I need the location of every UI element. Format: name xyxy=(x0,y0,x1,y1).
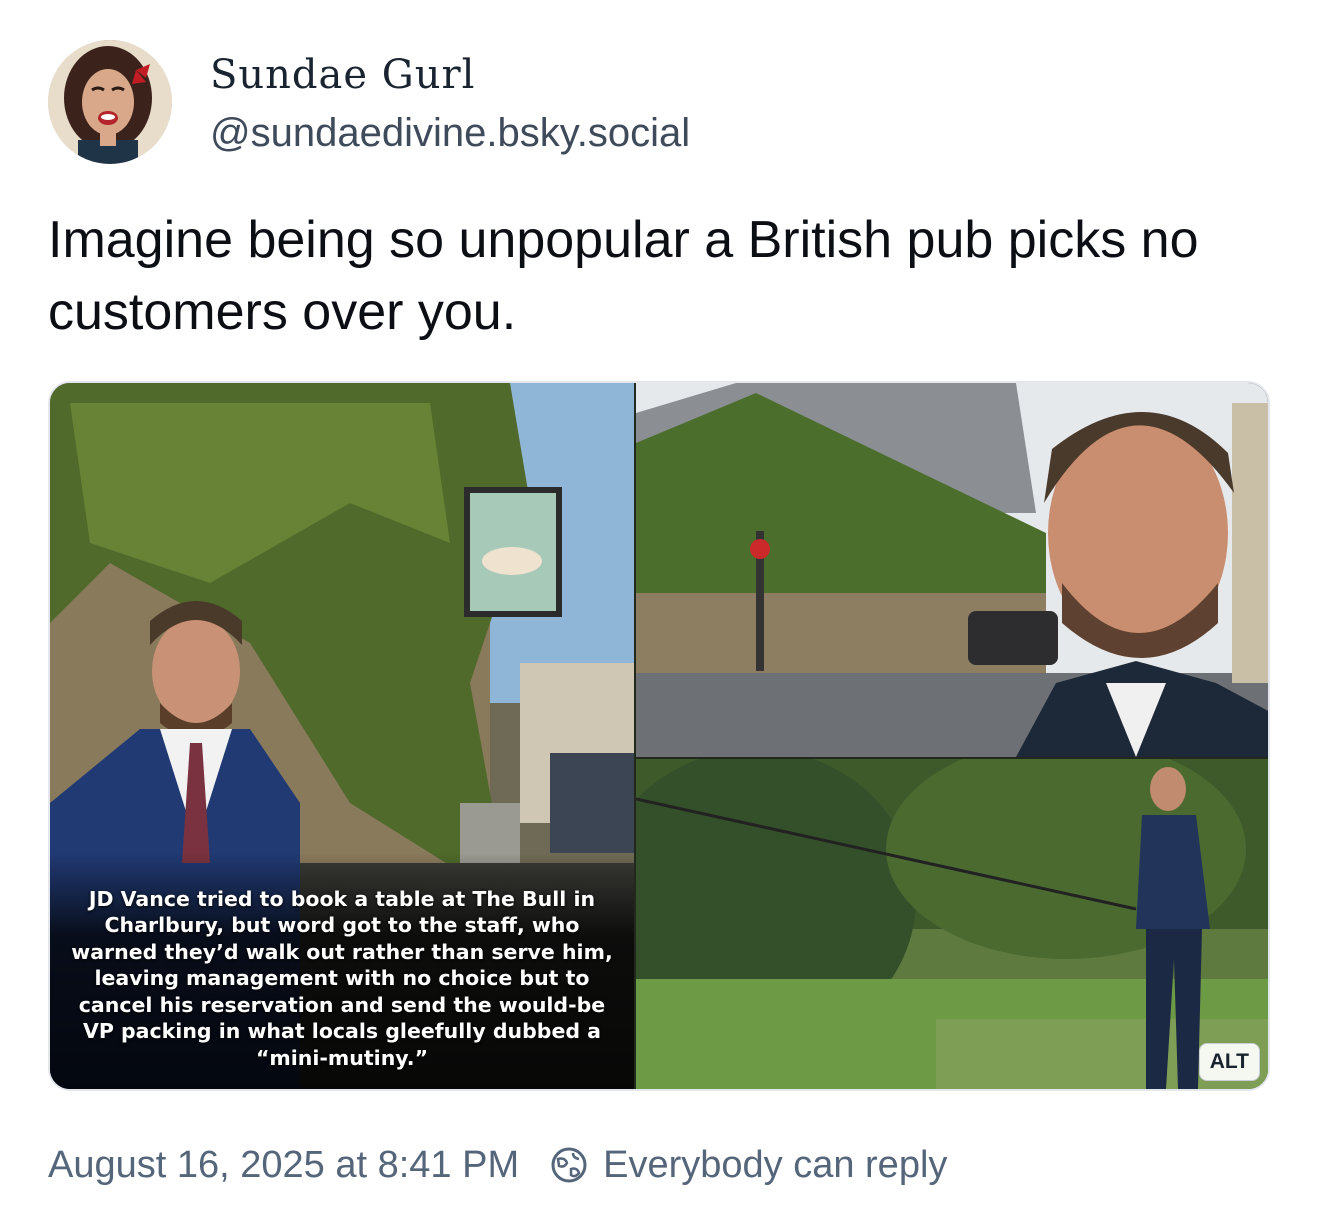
image-panel-fishing: ALT xyxy=(636,759,1268,1089)
reply-setting[interactable]: Everybody can reply xyxy=(603,1144,947,1187)
image-panel-pub-street: JD Vance tried to book a table at The Bu… xyxy=(50,383,634,1089)
display-name[interactable]: Sundae Gurl xyxy=(210,52,475,98)
alt-text-button[interactable]: ALT xyxy=(1198,1043,1260,1081)
image-caption: JD Vance tried to book a table at The Bu… xyxy=(71,886,613,1070)
avatar[interactable] xyxy=(48,40,172,164)
post-timestamp[interactable]: August 16, 2025 at 8:41 PM xyxy=(48,1144,519,1187)
post-footer: August 16, 2025 at 8:41 PM Everybody can… xyxy=(48,1140,947,1190)
post-header: Sundae Gurl @sundaedivine.bsky.social xyxy=(48,40,1268,166)
profile-photo-icon xyxy=(48,40,172,164)
post-image[interactable]: JD Vance tried to book a table at The Bu… xyxy=(48,381,1270,1091)
globe-icon xyxy=(549,1145,589,1185)
post-text: Imagine being so unpopular a British pub… xyxy=(48,211,1199,341)
author-handle[interactable]: @sundaedivine.bsky.social xyxy=(210,110,690,156)
image-panel-pub-building xyxy=(636,383,1268,757)
